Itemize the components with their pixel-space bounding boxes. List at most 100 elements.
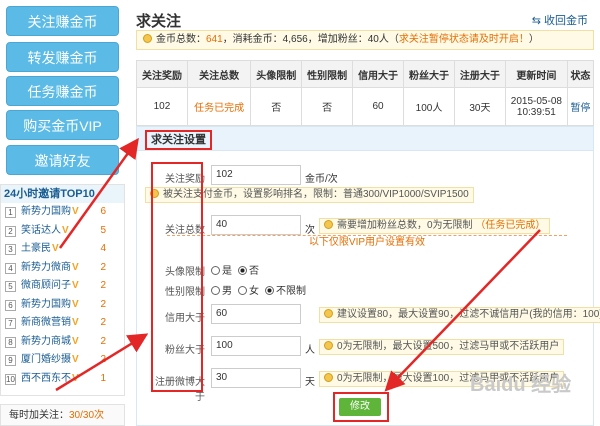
bottom-note-label: 每时加关注： [9,410,69,421]
refresh-icon: ⇆ [531,15,544,27]
cell: 否 [250,87,303,126]
back-link-label: 收回金币 [544,15,588,27]
rank-badge: 10 [5,373,16,385]
top10-user-link[interactable]: 新势力商城V [21,333,79,352]
top10-user-link[interactable]: 新势力微商V [21,259,79,278]
gender-none-radio[interactable] [265,286,274,295]
col-header: 头像限制 [250,60,303,88]
total-tip: 需要增加粉丝总数，0为无限制 （任务已完成） [319,218,551,234]
cell: 30天 [453,87,506,126]
invite-friends-button[interactable]: 邀请好友 [6,145,119,175]
rank-badge: 7 [5,318,16,329]
top10-user-name: 新势力微商 [21,261,71,273]
top10-user-link[interactable]: 新势力国购V [21,203,79,222]
invite-count: 6 [100,206,106,217]
bulb-icon [324,341,333,350]
invite-count: 2 [100,261,106,273]
bulb-icon [324,220,333,229]
col-header: 信用大于 [352,60,405,88]
buy-vip-button[interactable]: 购买金币VIP [6,110,119,140]
table-header-row: 关注奖励 关注总数 头像限制 性别限制 信用大于 粉丝大于 注册大于 更新时间 … [136,60,595,88]
bulb-icon [324,373,333,382]
top10-user-link[interactable]: 西不西东不V [21,370,79,389]
invite-count: 2 [100,317,106,328]
credit-input[interactable]: 60 [211,304,301,324]
vip-note: 以下仅限VIP用户设置有效 [167,235,567,250]
rank-badge: 9 [5,355,16,366]
top10-row: 4 新势力微商V 2 [1,259,124,278]
reward-input[interactable]: 102 [211,165,301,185]
back-link[interactable]: ⇆ 收回金币 [532,12,588,28]
avatar-no-label: 否 [249,266,259,277]
total-input[interactable]: 40 [211,215,301,235]
bottom-note-value: 30/30次 [69,410,105,421]
forward-earn-button[interactable]: 转发赚金币 [6,42,119,72]
top10-user-name: 土豪民 [21,243,51,254]
vip-v-icon: V [52,243,59,254]
top10-user-name: 西不西东不 [21,372,71,384]
label-highlight-box [151,162,203,392]
vip-v-icon: V [72,261,79,273]
submit-button[interactable]: 修改 [339,398,381,416]
cell: 60 [352,87,405,126]
task-earn-button[interactable]: 任务赚金币 [6,76,119,106]
rank-badge: 5 [5,281,16,292]
gender-female-radio[interactable] [238,286,247,295]
gender-radio-group: 男 女 不限制 [211,282,312,297]
vip-v-icon: V [72,372,79,384]
bulb-icon [143,34,152,43]
top10-user-name: 新势力商城 [21,335,71,347]
sidebar: 关注赚金币 转发赚金币 任务赚金币 购买金币VIP 邀请好友 24小时邀请TOP… [0,0,130,426]
invite-count: 5 [100,224,106,236]
summary-text-3: ） [528,34,539,45]
invite-count: 1 [100,372,106,384]
top10-row: 7 新商微营销V 2 [1,314,124,333]
invite-count: 2 [100,280,106,291]
vip-v-icon: V [72,206,79,217]
top10-row: 2 笑话达人V 5 [1,222,124,241]
total-unit: 次 [305,225,315,236]
top10-user-link[interactable]: 微商顾问子V [21,277,79,296]
top10-row: 8 新势力商城V 2 [1,333,124,352]
main-panel: 求关注 ⇆ 收回金币 金币总数：641，消耗金币：4,656，增加粉丝：40人（… [136,0,600,426]
cell-updated: 2015-05-08 10:39:51 [504,87,568,126]
reg-input[interactable]: 30 [211,368,301,388]
avatar-yes-radio[interactable] [211,266,220,275]
top10-user-name: 新商微营销 [21,317,71,328]
reg-unit: 天 [305,377,315,388]
col-header: 更新时间 [504,60,568,88]
gender-female-label: 女 [249,286,259,297]
form-title: 求关注设置 [145,130,212,150]
top10-title: 24小时邀请TOP10 [1,185,124,203]
coin-total: 641 [206,34,223,45]
fans-unit: 人 [305,345,315,356]
reward-unit: 金币/次 [305,174,338,185]
top10-row: 3 土豪民V 4 [1,240,124,259]
avatar-no-radio[interactable] [238,266,247,275]
top10-user-link[interactable]: 土豪民V [21,240,59,259]
avatar-radio-group: 是否 [211,262,265,277]
top10-user-link[interactable]: 新商微营销V [21,314,79,333]
summary-bar: 金币总数：641，消耗金币：4,656，增加粉丝：40人（求关注暂停状态请及时开… [136,30,594,50]
rank-badge: 3 [5,244,16,255]
follow-earn-button[interactable]: 关注赚金币 [6,6,119,36]
fans-input[interactable]: 100 [211,336,301,356]
avatar-yes-label: 是 [222,266,232,277]
top10-user-link[interactable]: 新势力国购V [21,296,79,315]
rank-badge: 2 [5,225,16,237]
page-title: 求关注 [136,13,182,30]
reward-tip-text: 被关注支付金币，设置影响排名，限制：普通300/VIP1000/SVIP1500 [163,189,469,200]
rank-badge: 1 [5,207,16,218]
summary-warning: 求关注暂停状态请及时开启！ [398,34,529,45]
pause-link[interactable]: 暂停 [566,87,595,126]
vip-v-icon: V [72,354,79,365]
top10-row: 6 新势力国购V 2 [1,296,124,315]
top10-user-link[interactable]: 厦门婚纱摄V [21,351,79,370]
top10-user-link[interactable]: 笑话达人V [21,222,69,241]
rank-badge: 6 [5,299,16,311]
top10-row: 10 西不西东不V 1 [1,370,124,389]
summary-text-1: 金币总数： [156,34,206,45]
cell: 100人 [403,87,455,126]
fans-tip: 0为无限制，最大设置500，过滤马甲或不活跃用户 [319,339,565,355]
gender-male-radio[interactable] [211,286,220,295]
